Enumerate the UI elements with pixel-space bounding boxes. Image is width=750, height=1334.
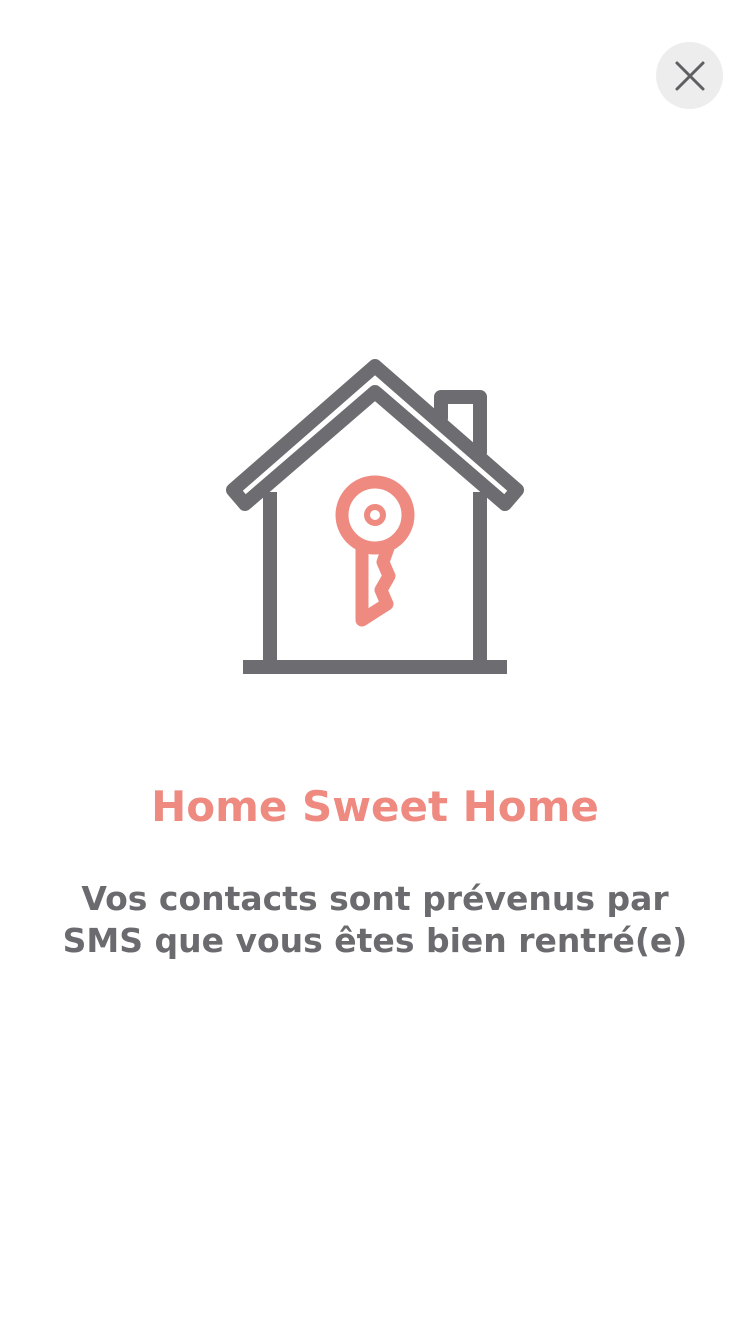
- close-button[interactable]: [656, 42, 723, 109]
- confirmation-message: Vos contacts sont prévenus par SMS que v…: [40, 878, 710, 962]
- message-line-1: Vos contacts sont prévenus par: [81, 879, 669, 918]
- key-icon: [335, 475, 415, 627]
- close-icon: [675, 61, 704, 90]
- message-line-2: SMS que vous êtes bien rentré(e): [62, 921, 688, 960]
- page-title: Home Sweet Home: [151, 782, 599, 831]
- home-illustration: [215, 352, 535, 682]
- house-icon: [226, 359, 524, 674]
